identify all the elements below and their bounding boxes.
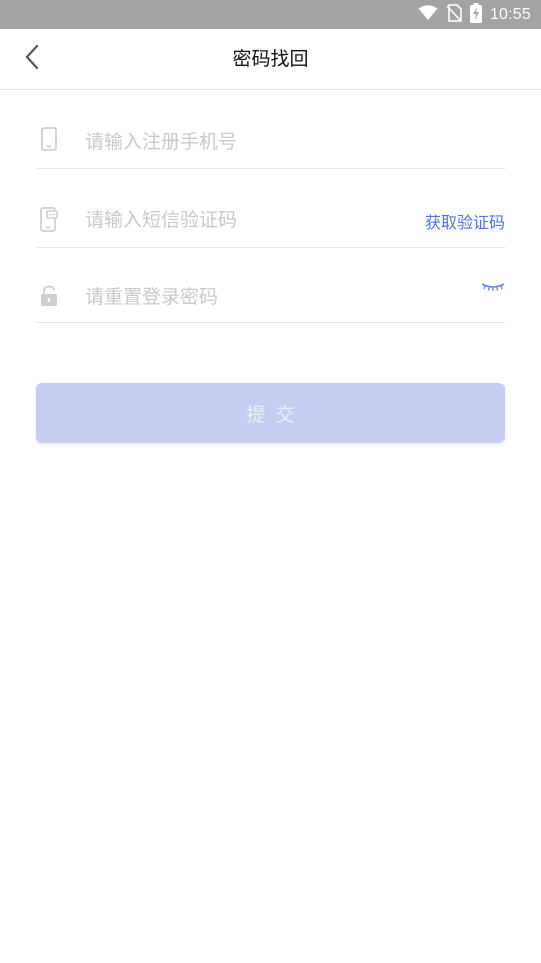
- phone-icon: [38, 126, 60, 152]
- lock-icon: [38, 283, 60, 309]
- status-icons: 10:55: [418, 0, 531, 29]
- password-input[interactable]: [85, 282, 465, 312]
- status-time: 10:55: [489, 5, 531, 23]
- nav-bar: 密码找回: [0, 29, 541, 90]
- phone-input[interactable]: [85, 127, 485, 157]
- battery-charging-icon: [469, 2, 482, 27]
- chevron-left-icon: [24, 44, 40, 74]
- eye-closed-icon[interactable]: [481, 280, 505, 294]
- no-sim-icon: [446, 3, 462, 26]
- phone-row: [36, 113, 505, 169]
- wifi-icon: [418, 4, 438, 25]
- page-title: 密码找回: [232, 48, 309, 70]
- get-code-button[interactable]: 获取验证码: [425, 209, 505, 233]
- back-button[interactable]: [18, 44, 46, 74]
- sms-code-row: 获取验证码: [36, 192, 505, 248]
- submit-label: 提交: [246, 403, 305, 426]
- sms-code-input[interactable]: [85, 205, 395, 235]
- sms-phone-icon: [38, 206, 60, 232]
- password-row: [36, 270, 505, 323]
- submit-button[interactable]: 提交: [36, 383, 505, 443]
- status-bar: 10:55: [0, 0, 541, 29]
